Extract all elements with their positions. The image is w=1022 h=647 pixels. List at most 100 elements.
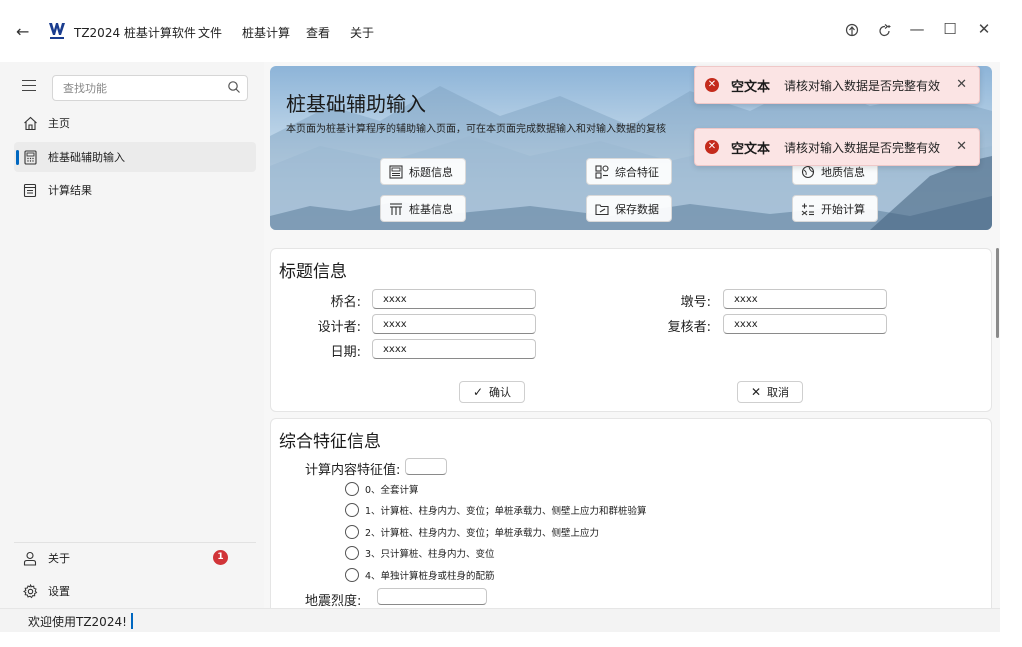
calculator-icon	[22, 149, 38, 165]
back-arrow-icon[interactable]: ←	[16, 22, 29, 41]
sidebar-item-label: 关于	[48, 552, 70, 565]
designer-input[interactable]	[372, 314, 536, 334]
close-icon[interactable]: ✕	[956, 139, 967, 154]
toast-title: 空文本	[731, 79, 771, 95]
calc-content-input[interactable]	[405, 458, 447, 475]
sidebar-item-about[interactable]: 关于 1	[14, 543, 256, 573]
status-text: 欢迎使用TZ2024!	[28, 613, 133, 630]
gear-icon	[22, 583, 38, 599]
minimize-icon[interactable]: —	[907, 20, 927, 38]
page-description: 本页面为桩基计算程序的辅助输入页面，可在本页面完成数据输入和对输入数据的复核	[286, 124, 666, 135]
maximize-icon[interactable]: ☐	[940, 20, 960, 38]
button-label: 开始计算	[821, 202, 865, 216]
pile-icon	[389, 202, 403, 216]
radio-button[interactable]	[345, 503, 359, 517]
option-calc-1[interactable]: 1、计算桩、柱身内力、变位；单桩承载力、侧壁上应力和群桩验算	[345, 501, 647, 519]
person-icon	[22, 550, 38, 566]
status-bar: 欢迎使用TZ2024!	[0, 608, 1000, 632]
option-label: 2、计算桩、柱身内力、变位；单桩承载力、侧壁上应力	[365, 528, 600, 539]
app-logo-icon	[49, 23, 65, 39]
error-icon: ✕	[705, 140, 719, 154]
error-icon: ✕	[705, 78, 719, 92]
page-title: 桩基础辅助输入	[286, 92, 426, 116]
start-calc-button[interactable]: 开始计算	[792, 195, 878, 222]
radio-button[interactable]	[345, 525, 359, 539]
feature-info-card: 综合特征信息 计算内容特征值: 0、全套计算 1、计算桩、柱身内力、变位；单桩承…	[270, 418, 992, 608]
check-icon: ✓	[472, 385, 484, 399]
title-bar: ← TZ2024 桩基计算软件 文件 桩基计算 查看 关于 — ☐ ✕	[0, 0, 1022, 62]
date-input[interactable]	[372, 339, 536, 359]
close-icon[interactable]: ✕	[956, 77, 967, 92]
error-toast: ✕ 空文本 请核对输入数据是否完整有效 ✕	[694, 128, 980, 166]
option-label: 1、计算桩、柱身内力、变位；单桩承载力、侧壁上应力和群桩验算	[365, 506, 647, 517]
menu-view[interactable]: 查看	[306, 24, 330, 41]
radio-button[interactable]	[345, 568, 359, 582]
reviewer-label: 复核者:	[667, 320, 711, 335]
cancel-button[interactable]: ✕ 取消	[737, 381, 803, 403]
notification-badge: 1	[213, 550, 228, 565]
search-input[interactable]	[53, 76, 213, 100]
status-message: 欢迎使用TZ2024!	[28, 615, 127, 629]
home-icon	[22, 115, 38, 131]
sidebar-item-home[interactable]: 主页	[14, 108, 256, 138]
scrollbar-thumb[interactable]	[996, 248, 999, 338]
section-heading: 综合特征信息	[279, 432, 381, 452]
search-box[interactable]	[52, 75, 248, 101]
active-indicator	[16, 150, 19, 165]
document-icon	[22, 182, 38, 198]
reviewer-input[interactable]	[723, 314, 887, 334]
globe-icon	[801, 165, 815, 179]
close-icon[interactable]: ✕	[974, 20, 994, 38]
confirm-button[interactable]: ✓ 确认	[459, 381, 525, 403]
calc-icon	[801, 202, 815, 216]
radio-button[interactable]	[345, 482, 359, 496]
menu-file[interactable]: 文件	[198, 24, 222, 41]
toast-message: 请核对输入数据是否完整有效	[784, 140, 941, 155]
option-full-calc[interactable]: 0、全套计算	[345, 480, 419, 498]
option-calc-4[interactable]: 4、单独计算桩身或柱身的配筋	[345, 566, 495, 584]
sidebar: 主页 桩基础辅助输入 计算结果 关于 1 设置	[0, 62, 264, 608]
option-calc-2[interactable]: 2、计算桩、柱身内力、变位；单桩承载力、侧壁上应力	[345, 523, 599, 541]
button-label: 综合特征	[615, 165, 659, 179]
search-icon[interactable]	[227, 80, 241, 94]
error-toast: ✕ 空文本 请核对输入数据是否完整有效 ✕	[694, 66, 980, 104]
save-data-button[interactable]: 保存数据	[586, 195, 672, 222]
pier-no-input[interactable]	[723, 289, 887, 309]
calc-content-label: 计算内容特征值:	[305, 463, 401, 478]
pin-icon[interactable]	[842, 23, 862, 39]
bridge-name-label: 桥名:	[330, 295, 361, 310]
section-heading: 标题信息	[279, 262, 347, 282]
sidebar-item-results[interactable]: 计算结果	[14, 175, 256, 205]
features-button[interactable]: 综合特征	[586, 158, 672, 185]
option-calc-3[interactable]: 3、只计算桩、柱身内力、变位	[345, 544, 495, 562]
text-caret	[130, 613, 133, 629]
option-label: 4、单独计算桩身或柱身的配筋	[365, 571, 495, 582]
button-label: 保存数据	[615, 202, 659, 216]
date-label: 日期:	[330, 345, 361, 360]
designer-label: 设计者:	[317, 320, 361, 335]
bridge-name-input[interactable]	[372, 289, 536, 309]
title-info-button[interactable]: 标题信息	[380, 158, 466, 185]
radio-button[interactable]	[345, 546, 359, 560]
save-icon	[595, 202, 609, 216]
pile-info-button[interactable]: 桩基信息	[380, 195, 466, 222]
sidebar-item-settings[interactable]: 设置	[14, 576, 256, 606]
sidebar-item-label: 计算结果	[48, 184, 92, 197]
sidebar-item-pile-input[interactable]: 桩基础辅助输入	[14, 142, 256, 172]
toast-title: 空文本	[731, 141, 771, 157]
menu-pile-calc[interactable]: 桩基计算	[242, 24, 290, 41]
grid-icon	[595, 164, 609, 179]
button-label: 标题信息	[409, 165, 453, 179]
option-label: 3、只计算桩、柱身内力、变位	[365, 549, 495, 560]
close-icon: ✕	[750, 385, 762, 399]
title-icon	[389, 164, 403, 179]
sidebar-item-label: 桩基础辅助输入	[48, 151, 125, 164]
hamburger-menu-icon[interactable]	[22, 80, 36, 92]
refresh-icon[interactable]	[875, 23, 895, 39]
menu-about[interactable]: 关于	[350, 24, 374, 41]
button-label: 取消	[767, 386, 790, 399]
title-info-card: 标题信息 桥名: 墩号: 设计者: 复核者: 日期: ✓ 确认 ✕ 取消	[270, 248, 992, 412]
option-label: 0、全套计算	[365, 485, 419, 496]
button-label: 确认	[489, 386, 512, 399]
seismic-input[interactable]	[377, 588, 487, 605]
